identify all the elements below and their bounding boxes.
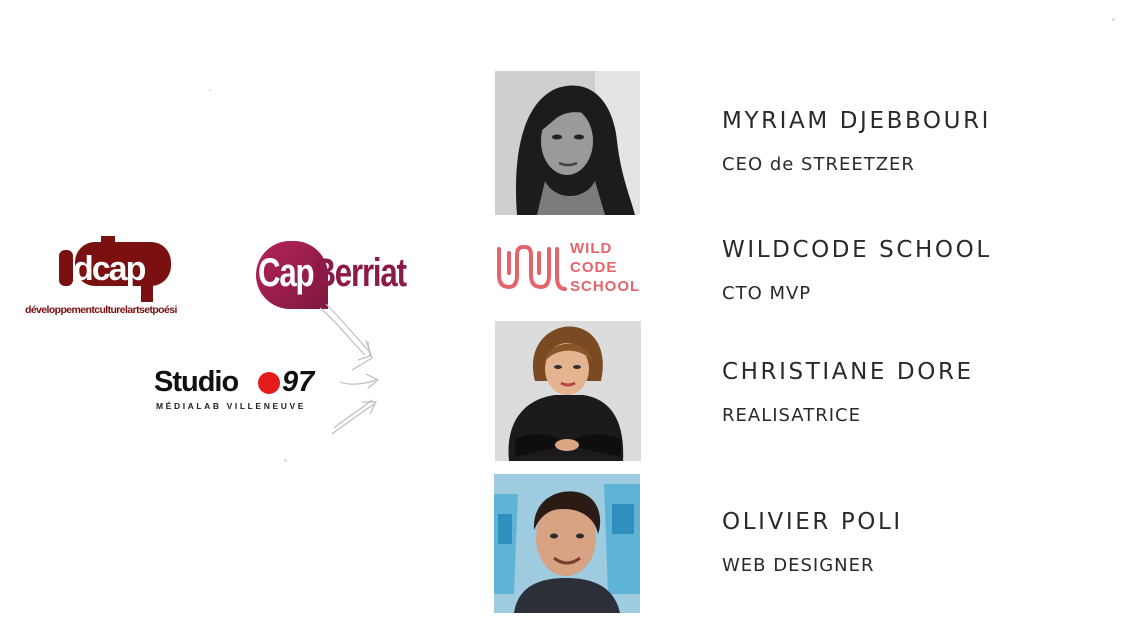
person-name-wildcode: WILDCODE SCHOOL <box>722 237 992 263</box>
dcap-mark: dcap <box>59 236 171 302</box>
studio97-name: Studio <box>154 366 239 398</box>
decor-dot <box>1112 18 1115 21</box>
studio97-subtitle: MÉDIALAB VILLENEUVE <box>156 401 306 411</box>
capberriat-text: CapBerriat <box>258 251 407 296</box>
photo-christiane <box>495 321 641 461</box>
wildcode-line: CODE <box>570 259 618 276</box>
photo-myriam <box>495 71 640 215</box>
studio97-logo: Studio 97 MÉDIALAB VILLENEUVE <box>154 366 354 416</box>
studio97-red-dot <box>258 372 280 394</box>
dcap-mark-text: dcap <box>73 250 146 288</box>
person-name-myriam: MYRIAM DJEBBOURI <box>722 108 992 134</box>
wildcode-line: SCHOOL <box>570 278 641 295</box>
person-role-wildcode: CTO MVP <box>722 283 812 304</box>
capberriat-cap: Cap <box>258 251 315 295</box>
person-role-olivier: WEB DESIGNER <box>722 555 875 576</box>
person-name-olivier: OLIVIER POLI <box>722 509 903 535</box>
studio97-number: 97 <box>282 366 315 398</box>
capberriat-berriat: Berriat <box>313 251 407 295</box>
dcap-wordmark: développementculturelartsetpoési <box>25 304 177 316</box>
person-role-christiane: REALISATRICE <box>722 405 861 426</box>
person-role-myriam: CEO de STREETZER <box>722 154 915 175</box>
dcap-logo: dcap développementculturelartsetpoési <box>25 236 220 322</box>
wildcode-school-logo: WILD CODE SCHOOL <box>495 239 643 295</box>
decor-dot <box>209 89 211 91</box>
photo-olivier <box>494 474 640 613</box>
person-name-christiane: CHRISTIANE DORE <box>722 359 974 385</box>
decor-dot <box>284 459 287 462</box>
wildcode-icon <box>497 245 567 291</box>
wildcode-line: WILD <box>570 240 613 257</box>
wildcode-wordmark: WILD CODE SCHOOL <box>570 239 640 296</box>
